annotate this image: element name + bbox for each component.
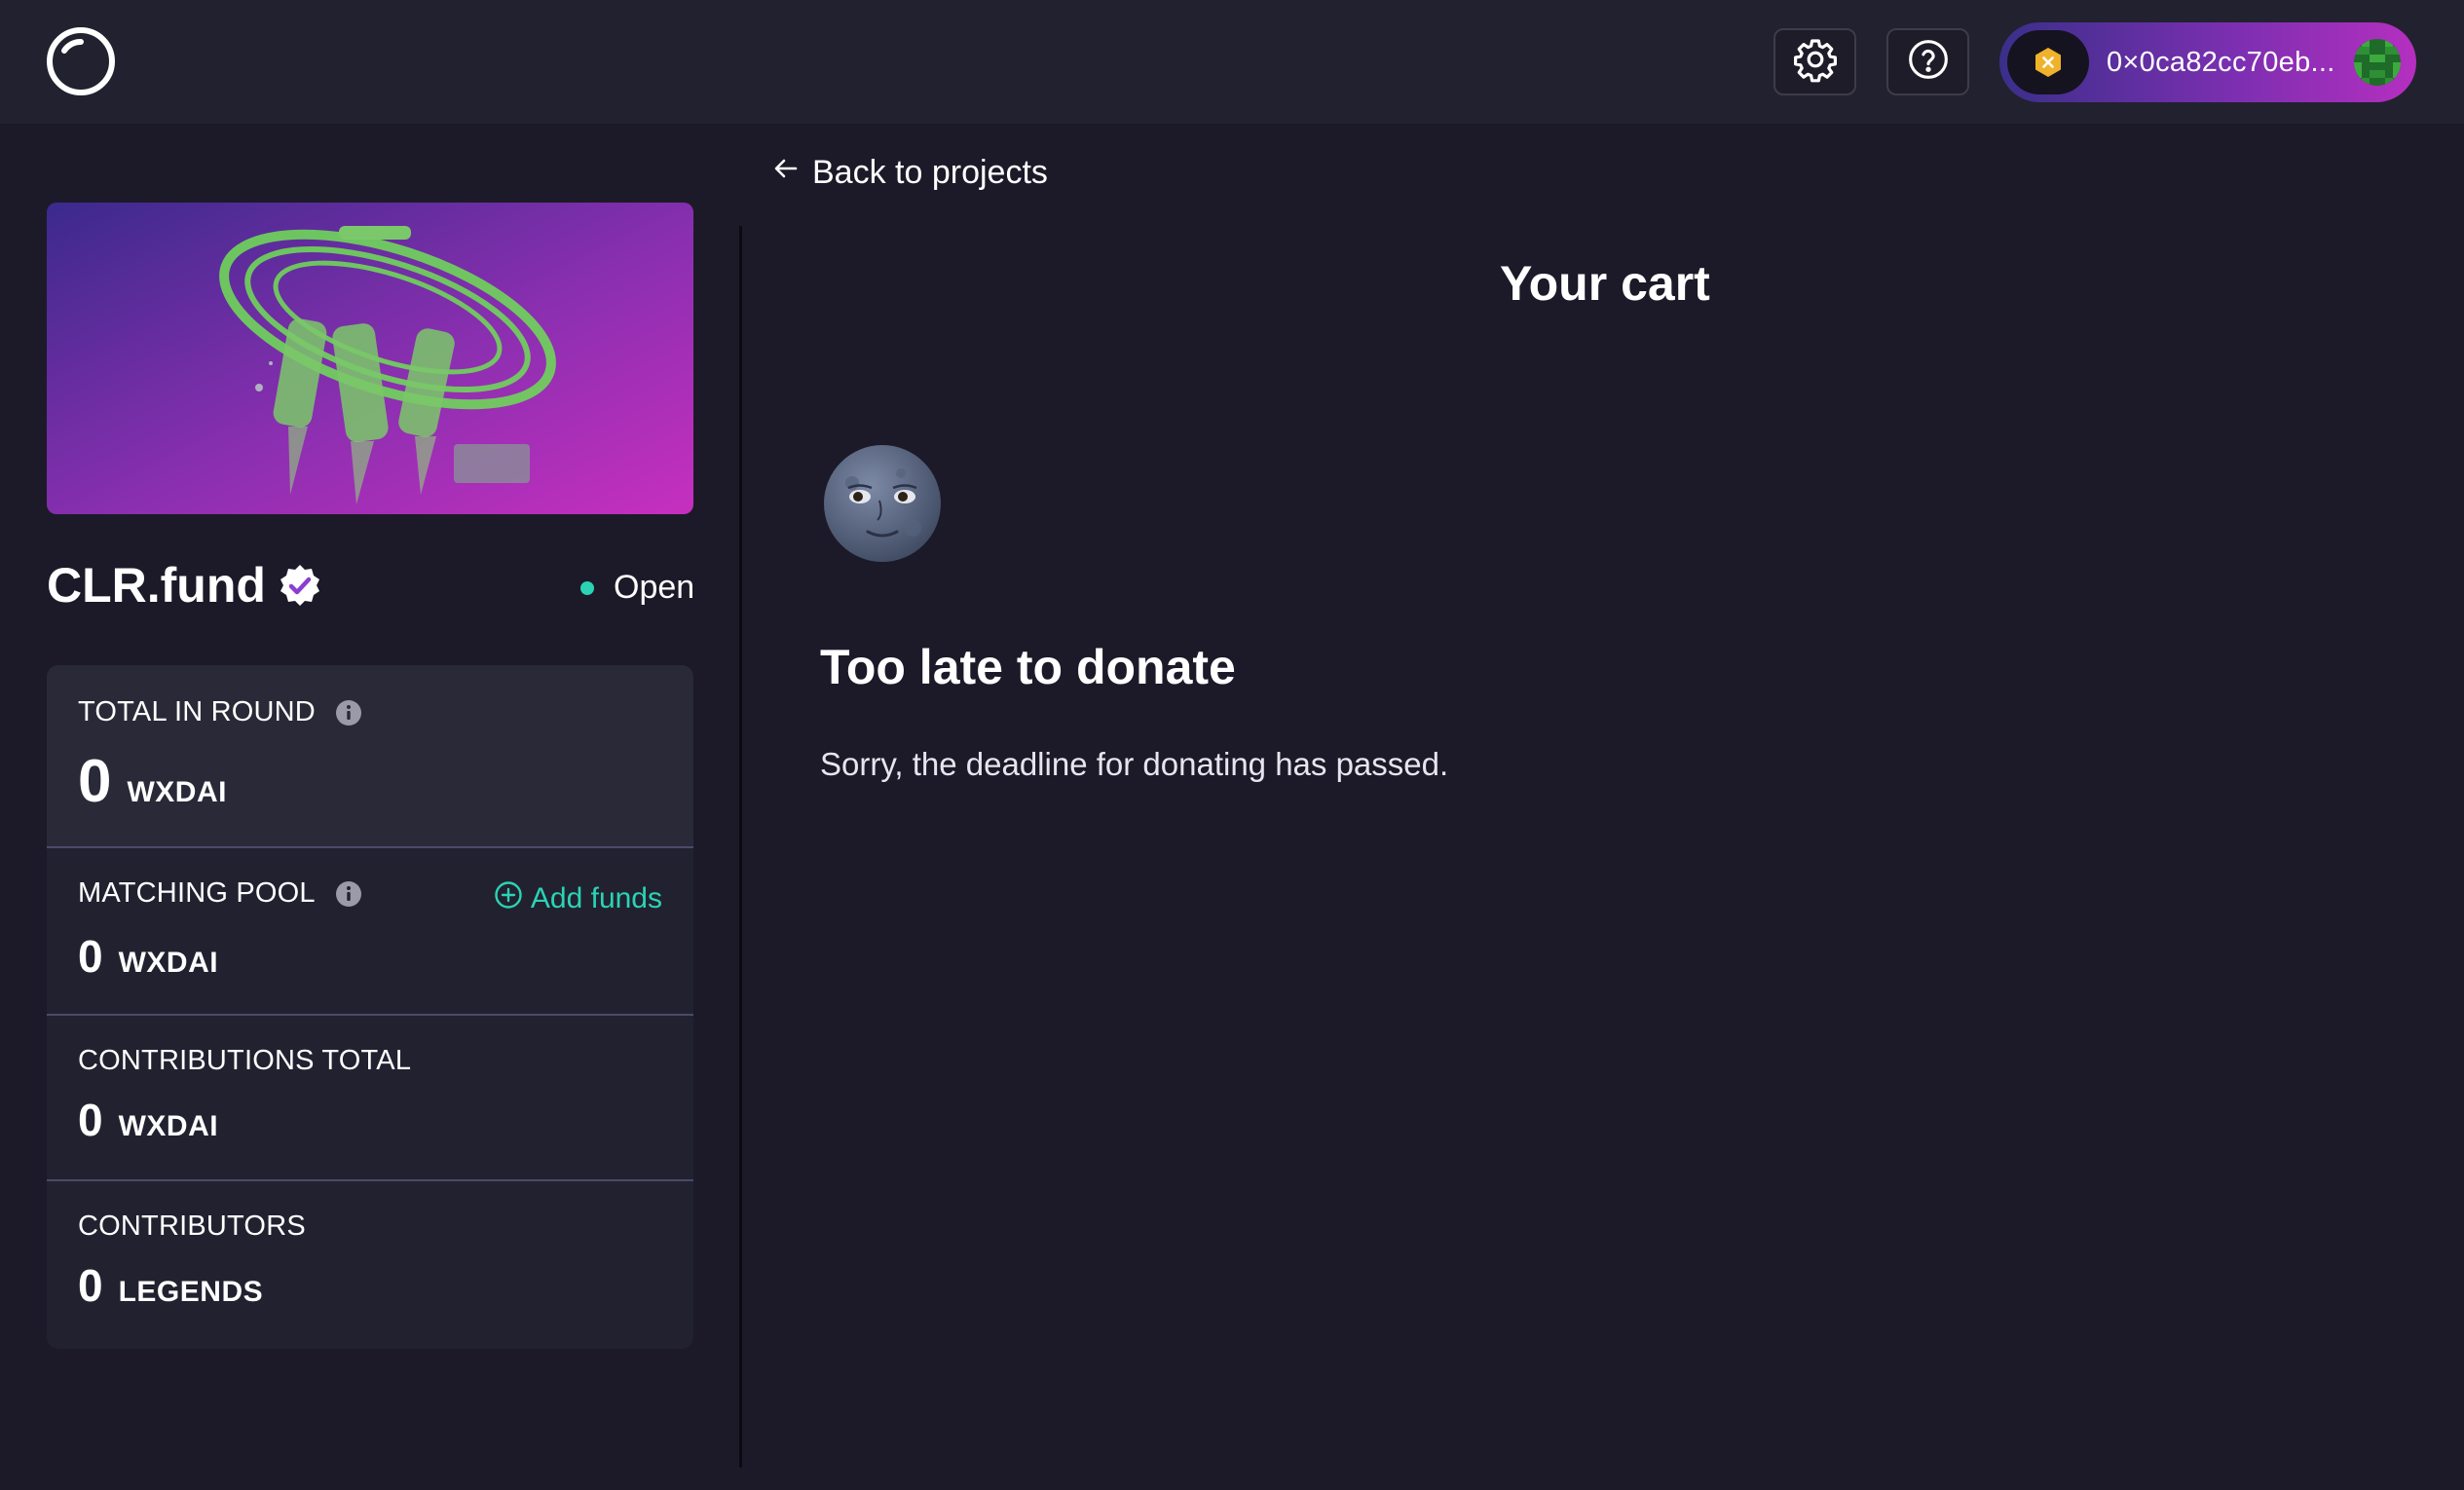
back-link-label: Back to projects bbox=[812, 154, 1048, 191]
logo-icon[interactable] bbox=[45, 25, 117, 97]
column-divider bbox=[739, 226, 742, 1468]
status-dot bbox=[580, 580, 594, 595]
wallet-avatar-icon bbox=[2354, 39, 2401, 86]
stat-number: 0 bbox=[78, 931, 103, 982]
stat-number: 0 bbox=[78, 748, 112, 815]
stat-label: TOTAL IN ROUND bbox=[78, 696, 362, 728]
stat-label: CONTRIBUTORS bbox=[78, 1211, 306, 1243]
round-stats-panel: TOTAL IN ROUND 0 WXDAI MATCHING POOL Add… bbox=[47, 665, 693, 1349]
stat-label-text: MATCHING POOL bbox=[78, 877, 316, 909]
help-button[interactable] bbox=[1886, 28, 1969, 95]
stat-value: 0 LEGENDS bbox=[78, 1259, 263, 1312]
stat-label-text: CONTRIBUTIONS TOTAL bbox=[78, 1045, 412, 1076]
stat-label-text: CONTRIBUTORS bbox=[78, 1211, 306, 1242]
wallet-button[interactable]: 0×0ca82cc70eb... bbox=[1999, 22, 2416, 102]
arrow-left-icon bbox=[771, 154, 812, 192]
info-icon[interactable] bbox=[335, 699, 362, 726]
too-late-heading: Too late to donate bbox=[820, 640, 1236, 694]
stat-unit: LEGENDS bbox=[118, 1276, 264, 1308]
project-name: CLR.fund bbox=[47, 558, 266, 613]
stat-contributors: CONTRIBUTORS 0 LEGENDS bbox=[47, 1181, 693, 1349]
stat-label: CONTRIBUTIONS TOTAL bbox=[78, 1045, 411, 1077]
stat-number: 0 bbox=[78, 1260, 103, 1311]
stat-unit: WXDAI bbox=[127, 776, 227, 808]
stat-total-in-round: TOTAL IN ROUND 0 WXDAI bbox=[47, 665, 693, 848]
chain-badge-icon[interactable] bbox=[2007, 30, 2089, 94]
verified-badge-icon bbox=[278, 563, 322, 608]
stat-label: MATCHING POOL bbox=[78, 877, 362, 910]
gear-icon bbox=[1792, 36, 1839, 88]
top-bar: 0×0ca82cc70eb... bbox=[0, 0, 2464, 124]
stat-value: 0 WXDAI bbox=[78, 930, 218, 983]
cart-title: Your cart bbox=[1500, 256, 1710, 311]
stat-contributions-total: CONTRIBUTIONS TOTAL 0 WXDAI bbox=[47, 1016, 693, 1181]
settings-button[interactable] bbox=[1773, 28, 1856, 95]
project-title: CLR.fund bbox=[47, 557, 322, 614]
plus-circle-icon bbox=[494, 880, 531, 917]
add-funds-button[interactable]: Add funds bbox=[494, 880, 662, 917]
add-funds-label: Add funds bbox=[530, 882, 662, 914]
wallet-address: 0×0ca82cc70eb... bbox=[2107, 46, 2335, 78]
back-to-projects-link[interactable]: Back to projects bbox=[771, 154, 1048, 192]
stat-unit: WXDAI bbox=[118, 947, 219, 979]
too-late-message: Sorry, the deadline for donating has pas… bbox=[820, 746, 1449, 782]
info-icon[interactable] bbox=[335, 880, 362, 908]
stat-value: 0 WXDAI bbox=[78, 747, 227, 816]
moon-face-icon bbox=[823, 444, 942, 563]
stat-number: 0 bbox=[78, 1095, 103, 1145]
stat-value: 0 WXDAI bbox=[78, 1094, 218, 1146]
status-label: Open bbox=[614, 569, 695, 606]
stat-matching-pool: MATCHING POOL Add funds 0 WXDAI bbox=[47, 848, 693, 1016]
stat-unit: WXDAI bbox=[118, 1110, 219, 1142]
round-banner-image bbox=[47, 203, 693, 514]
stat-label-text: TOTAL IN ROUND bbox=[78, 696, 316, 727]
question-icon bbox=[1907, 38, 1950, 86]
round-status: Open bbox=[580, 569, 694, 607]
